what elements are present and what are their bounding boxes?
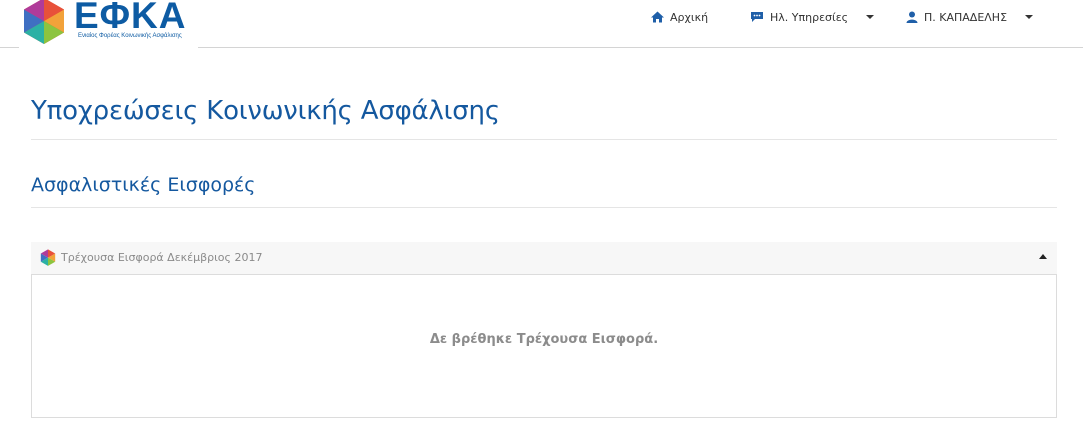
brand-tagline: Ενιαίος Φορέας Κοινωνικής Ασφάλισης: [78, 33, 182, 39]
chevron-down-icon: [1025, 15, 1034, 19]
user-icon: [906, 11, 918, 23]
empty-state-message: Δε βρέθηκε Τρέχουσα Εισφορά.: [429, 332, 659, 347]
collapse-caret-icon[interactable]: [1039, 254, 1047, 259]
top-navbar: ΕΦΚΑ Ενιαίος Φορέας Κοινωνικής Ασφάλισης…: [0, 0, 1083, 48]
title-divider: [31, 139, 1057, 140]
section-title: Ασφαλιστικές Εισφορές: [31, 174, 256, 196]
nav-user-label: Π. ΚΑΠΑΔΕΛΗΣ: [924, 10, 1008, 24]
brand-name: ΕΦΚΑ: [74, 0, 187, 36]
chevron-down-icon: [866, 15, 875, 19]
nav-home[interactable]: Αρχική: [651, 8, 708, 26]
current-contribution-panel-header[interactable]: Τρέχουσα Εισφορά Δεκέμβριος 2017: [31, 242, 1057, 274]
nav-eservices-dropdown[interactable]: Ηλ. Υπηρεσίες: [750, 8, 875, 26]
efka-hexagon-logo-icon: [24, 0, 64, 44]
home-icon: [651, 11, 664, 23]
nav-eservices-label: Ηλ. Υπηρεσίες: [770, 10, 849, 24]
section-divider: [31, 207, 1057, 208]
efka-logo[interactable]: ΕΦΚΑ Ενιαίος Φορέας Κοινωνικής Ασφάλισης: [19, 0, 198, 48]
panel-title: Τρέχουσα Εισφορά Δεκέμβριος 2017: [61, 251, 263, 264]
nav-home-label: Αρχική: [670, 10, 709, 24]
current-contribution-panel-body: Δε βρέθηκε Τρέχουσα Εισφορά.: [31, 274, 1057, 418]
page-title: Υποχρεώσεις Κοινωνικής Ασφάλισης: [31, 96, 500, 126]
efka-hexagon-small-icon: [40, 249, 56, 266]
nav-user-dropdown[interactable]: Π. ΚΑΠΑΔΕΛΗΣ: [906, 8, 1034, 26]
chat-icon: [751, 12, 763, 22]
